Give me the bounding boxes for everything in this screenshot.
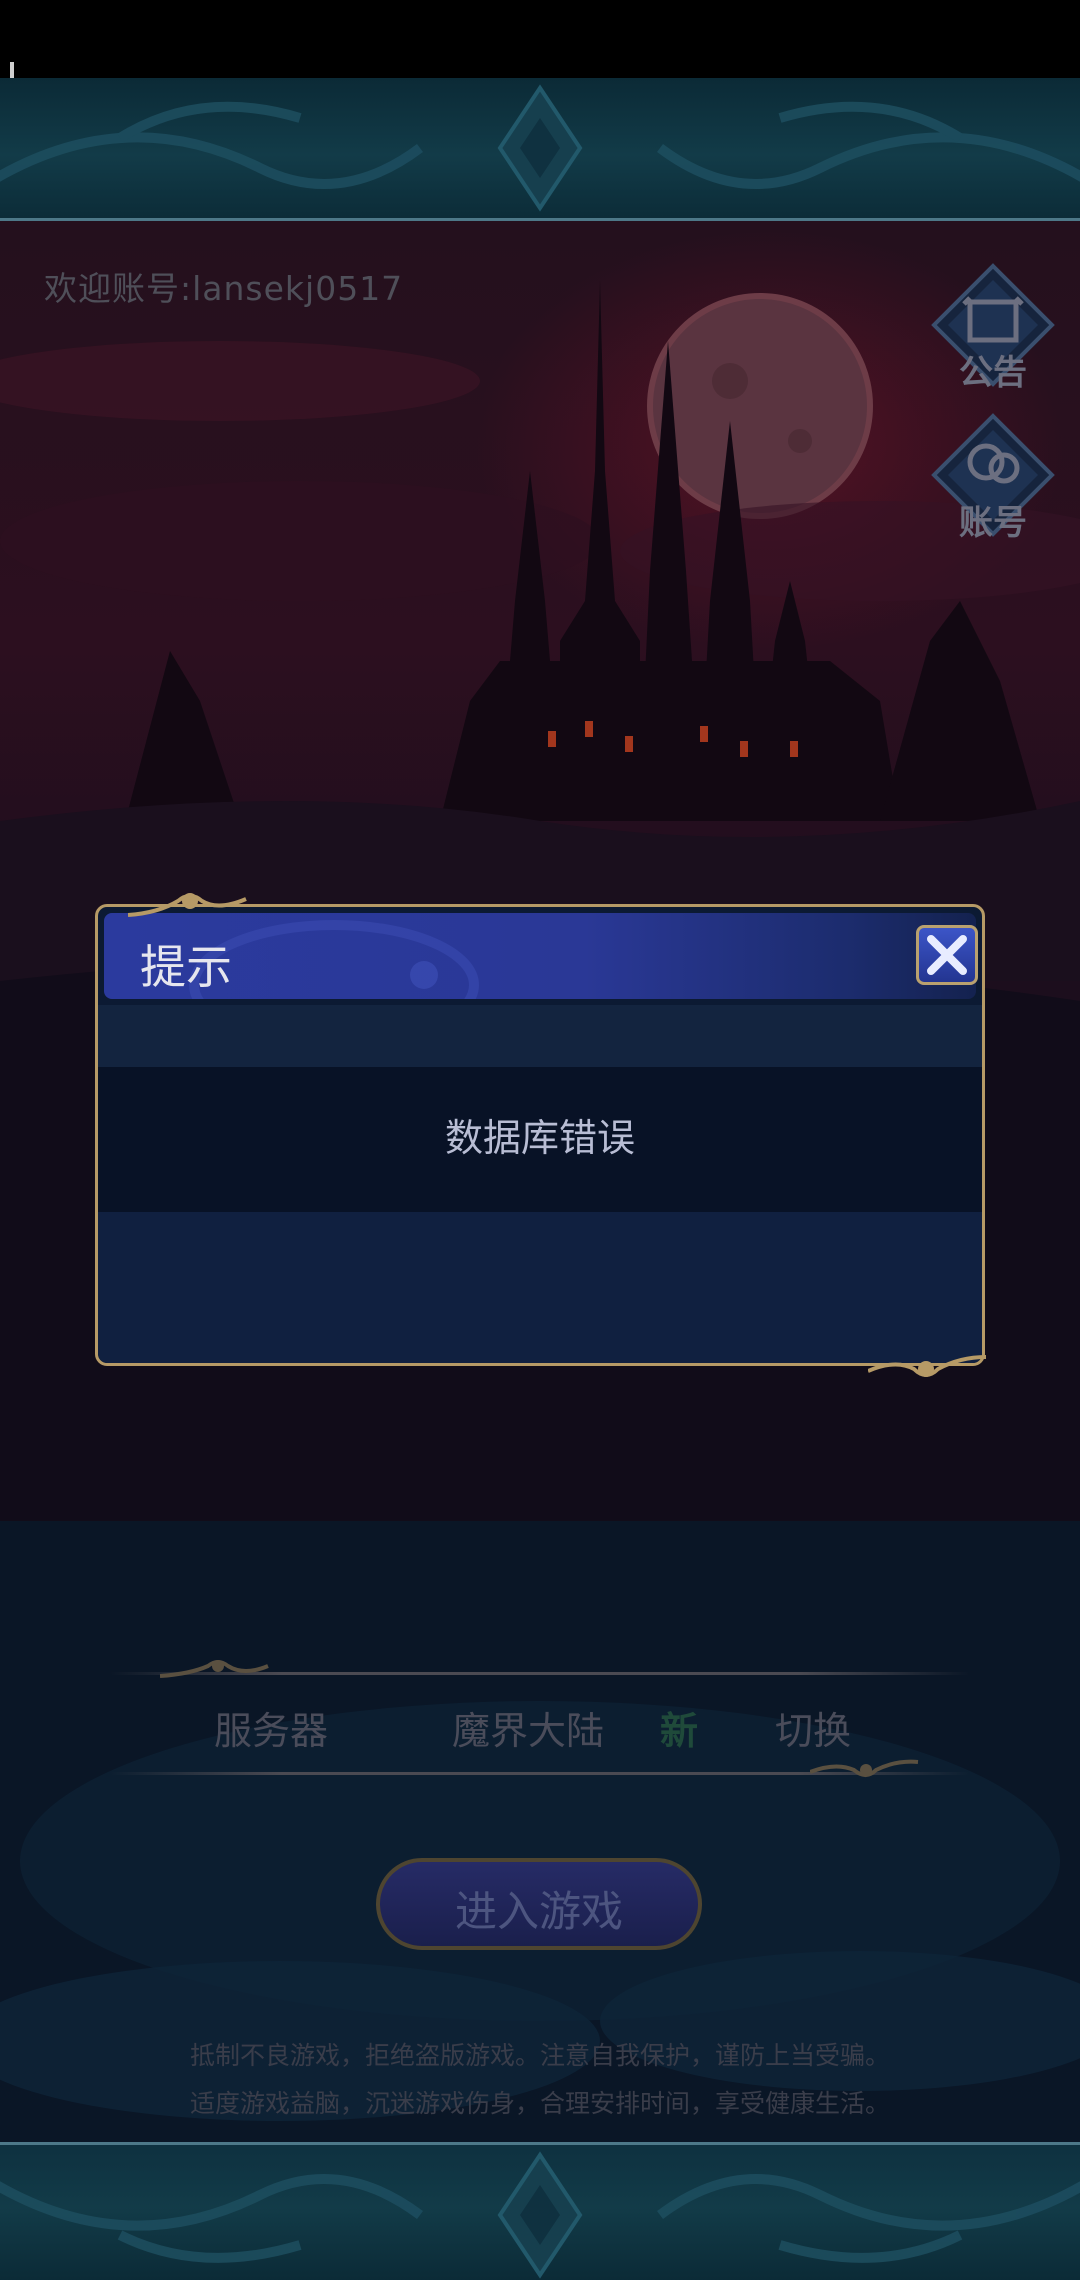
status-bar (0, 0, 1080, 78)
top-frame-ornament (0, 78, 1080, 221)
dialog-band-top (98, 1005, 982, 1067)
notice-label: 公告 (959, 353, 1027, 393)
alert-dialog: 提示 数据库错误 (95, 893, 987, 1377)
server-ornament-right (810, 1759, 919, 1777)
server-label: 服务器 (214, 1709, 329, 1753)
notice-button[interactable]: 公告 (930, 262, 1056, 393)
bottom-frame-ornament (0, 2142, 1080, 2280)
dialog-corner-ornament-top (128, 893, 247, 917)
close-icon (927, 935, 967, 975)
server-name[interactable]: 魔界大陆 (452, 1700, 604, 1755)
account-button[interactable]: 账号 (930, 412, 1056, 543)
health-advice-line-2: 适度游戏益脑，沉迷游戏伤身，合理安排时间，享受健康生活。 (189, 2089, 890, 2118)
dialog-close-button[interactable] (916, 925, 978, 985)
enter-game-label: 进入游戏 (454, 1887, 623, 1936)
game-login-screen: 欢迎账号:lansekj0517 公告 账号 提示 数据库错误 服务器 魔界大陆… (0, 0, 1080, 2280)
dialog-band-bottom (98, 1212, 982, 1363)
dialog-body: 提示 数据库错误 (98, 907, 982, 1363)
new-badge: 新 (660, 1709, 699, 1753)
switch-server-button[interactable]: 切换 (775, 1700, 851, 1755)
dialog-title: 提示 (140, 940, 232, 994)
dialog-message: 数据库错误 (444, 1116, 635, 1160)
account-label: 账号 (959, 503, 1027, 543)
welcome-account-text: 欢迎账号:lansekj0517 (44, 269, 404, 308)
health-advice-line-1: 抵制不良游戏，拒绝盗版游戏。注意自我保护，谨防上当受骗。 (189, 2041, 890, 2070)
dialog-header: 提示 (104, 913, 978, 999)
enter-game-button[interactable]: 进入游戏 (376, 1858, 702, 1950)
dialog-corner-ornament-bottom (868, 1355, 987, 1377)
server-ornament-left (160, 1660, 269, 1678)
